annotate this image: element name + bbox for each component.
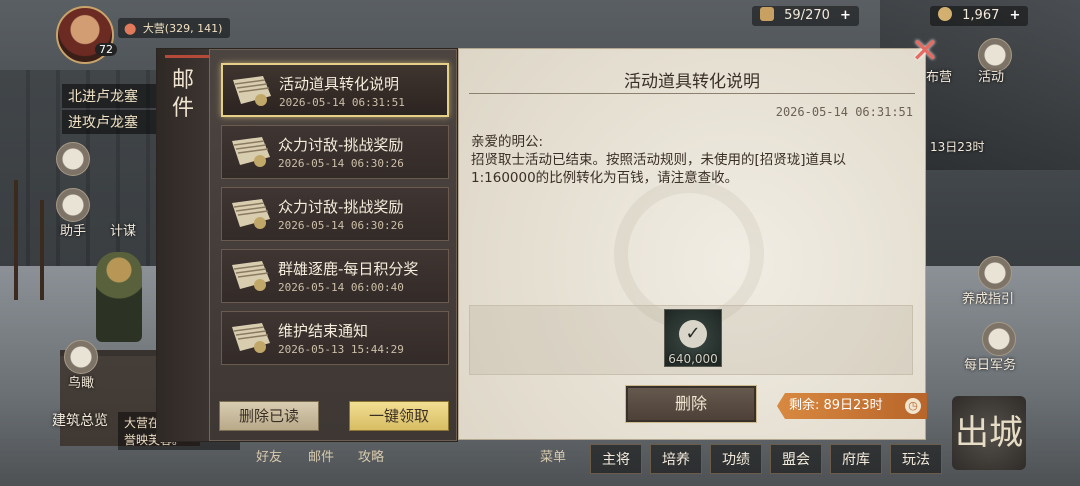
nav-train[interactable]: 培养: [650, 444, 702, 474]
leave-city-button[interactable]: 出城: [952, 396, 1026, 470]
mail-button[interactable]: 邮件: [308, 446, 334, 465]
troop-icon: [760, 7, 774, 21]
scroll-icon: [232, 323, 270, 353]
sidebar-accent: [165, 55, 209, 58]
mail-item[interactable]: 活动道具转化说明 2026-05-14 06:31:51: [221, 63, 449, 117]
mail-list: 活动道具转化说明 2026-05-14 06:31:51 众力讨敌-挑战奖励 2…: [221, 63, 449, 373]
mail-item-time: 2026-05-14 06:00:40: [278, 281, 404, 294]
building-overview-button[interactable]: 建筑总览: [52, 410, 108, 430]
player-level: 72: [95, 43, 117, 56]
delete-mail-button[interactable]: 删除: [625, 385, 757, 423]
mail-item[interactable]: 群雄逐鹿-每日积分奖 2026-05-14 06:00:40: [221, 249, 449, 303]
mail-item[interactable]: 众力讨敌-挑战奖励 2026-05-14 06:30:26: [221, 187, 449, 241]
location-text: 大营(329, 141): [142, 22, 223, 35]
add-icon[interactable]: +: [840, 8, 851, 23]
mail-item-title: 众力讨敌-挑战奖励: [278, 136, 404, 154]
nav-gameplay[interactable]: 玩法: [890, 444, 942, 474]
scroll-icon: [232, 199, 270, 229]
currency-value: 1,967: [962, 8, 1000, 23]
scroll-icon: [232, 137, 270, 167]
mail-item-time: 2026-05-14 06:31:51: [279, 96, 405, 109]
daily-duty-label: 每日军务: [964, 358, 1017, 373]
location-label[interactable]: ⬤ 大营(329, 141): [118, 18, 231, 38]
friends-button[interactable]: 好友: [256, 446, 282, 465]
mail-item-title: 群雄逐鹿-每日积分奖: [278, 260, 419, 278]
mail-detail-title: 活动道具转化说明: [624, 72, 760, 92]
mail-title: 邮件: [171, 68, 194, 121]
top-bar: 72 ⬤ 大营(329, 141) 59/270 + 1,967 +: [0, 0, 1080, 64]
activity-timer: 13日23时: [930, 140, 985, 154]
scroll-icon: [233, 76, 271, 106]
mail-content: 招贤取士活动已结束。按照活动规则，未使用的[招贤珑]道具以1:160000的比例…: [471, 152, 847, 186]
claim-all-button[interactable]: 一键领取: [349, 401, 449, 431]
guide-button[interactable]: 攻略: [358, 446, 384, 465]
clock-icon: ◷: [905, 398, 921, 414]
helper-button[interactable]: [56, 188, 90, 222]
quest-tracker-1[interactable]: 北进卢龙塞: [62, 84, 166, 108]
growth-guide-label: 养成指引: [962, 292, 1015, 307]
mail-item-title: 众力讨敌-挑战奖励: [278, 198, 404, 216]
nav-treasury[interactable]: 府库: [830, 444, 882, 474]
general-character[interactable]: [96, 252, 142, 342]
mail-item-time: 2026-05-13 15:44:29: [278, 343, 404, 356]
bottom-nav: 主将 培养 功绩 盟会 府库 玩法: [590, 444, 942, 474]
menu-button[interactable]: 菜单: [540, 446, 566, 465]
close-icon[interactable]: ✕: [908, 34, 942, 70]
birdseye-label: 鸟瞰: [68, 376, 95, 391]
mail-detail-pane: 活动道具转化说明 2026-05-14 06:31:51 亲爱的明公: 招贤取士…: [458, 48, 927, 440]
scroll-icon: [232, 261, 270, 291]
title-divider: [469, 93, 915, 94]
coin-icon: [938, 7, 952, 21]
banner-pole: [40, 200, 44, 300]
currency-counter[interactable]: 1,967 +: [930, 6, 1029, 26]
mail-item[interactable]: 维护结束通知 2026-05-13 15:44:29: [221, 311, 449, 365]
nav-alliance[interactable]: 盟会: [770, 444, 822, 474]
attachment-item[interactable]: ✓ 640,000: [664, 309, 722, 367]
remaining-time-text: 剩余: 89日23时: [789, 398, 883, 413]
remaining-time-badge: 剩余: 89日23时 ◷: [777, 393, 927, 419]
mail-dialog: 邮件 活动道具转化说明 2026-05-14 06:31:51 众力讨敌-挑战奖…: [156, 34, 939, 442]
resource-value: 59/270: [784, 8, 830, 23]
growth-guide-button[interactable]: [978, 256, 1012, 290]
mail-sidebar: 邮件: [157, 49, 210, 441]
add-icon[interactable]: +: [1010, 8, 1021, 23]
daily-duty-button[interactable]: [982, 322, 1016, 356]
nav-general[interactable]: 主将: [590, 444, 642, 474]
assistant-button[interactable]: [56, 142, 90, 176]
activity-label: 活动: [978, 70, 1005, 85]
attachment-quantity: 640,000: [668, 352, 718, 366]
quest-tracker-2[interactable]: 进攻卢龙塞: [62, 110, 166, 134]
nav-merit[interactable]: 功绩: [710, 444, 762, 474]
helper-label: 助手: [60, 224, 87, 239]
mail-body: 亲爱的明公: 招贤取士活动已结束。按照活动规则，未使用的[招贤珑]道具以1:16…: [471, 133, 905, 187]
attachment-area: ✓ 640,000: [469, 305, 913, 375]
mail-list-pane: 邮件 活动道具转化说明 2026-05-14 06:31:51 众力讨敌-挑战奖…: [156, 48, 458, 442]
claimed-check-icon: ✓: [679, 320, 707, 348]
mail-item[interactable]: 众力讨敌-挑战奖励 2026-05-14 06:30:26: [221, 125, 449, 179]
map-pin-icon: ⬤: [124, 22, 137, 35]
mail-item-title: 活动道具转化说明: [279, 75, 400, 93]
birdseye-button[interactable]: [64, 340, 98, 374]
resource-counter[interactable]: 59/270 +: [752, 6, 859, 26]
mail-greeting: 亲爱的明公:: [471, 134, 544, 150]
mail-item-title: 维护结束通知: [278, 322, 369, 340]
mail-item-time: 2026-05-14 06:30:26: [278, 219, 404, 232]
mail-item-time: 2026-05-14 06:30:26: [278, 157, 404, 170]
mail-detail-date: 2026-05-14 06:31:51: [775, 105, 913, 119]
delete-read-button[interactable]: 删除已读: [219, 401, 319, 431]
banner-pole: [14, 180, 18, 300]
strategy-label: 计谋: [110, 224, 137, 239]
